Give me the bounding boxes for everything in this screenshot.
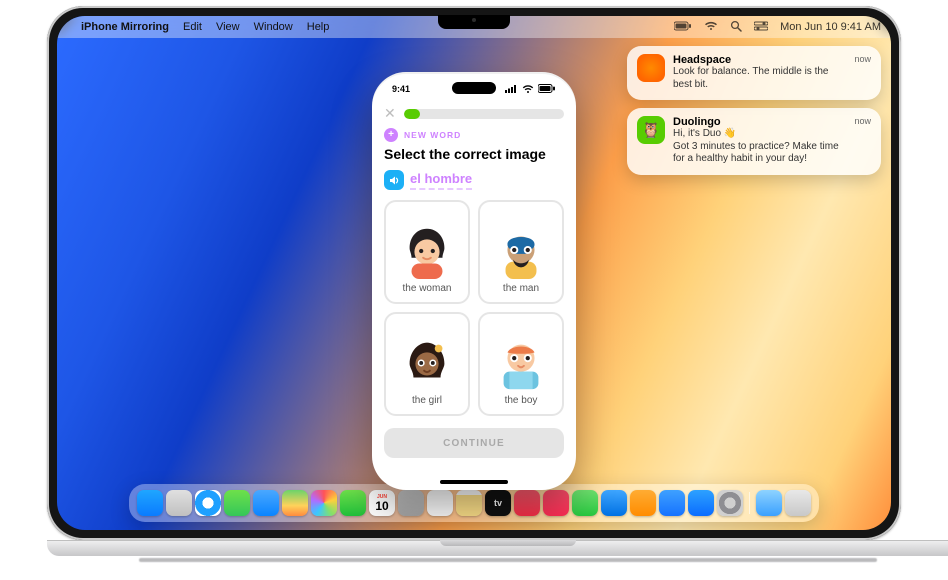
notification-body: Hi, it's Duo 👋 Got 3 minutes to practice… — [673, 128, 846, 166]
desktop-screen: iPhone Mirroring Edit View Window Help — [57, 16, 891, 530]
answer-card-girl[interactable]: the girl — [384, 312, 470, 416]
dock-news[interactable] — [543, 490, 569, 516]
battery-icon[interactable] — [674, 21, 692, 34]
dock-appletv[interactable]: tv — [485, 490, 511, 516]
dock-contacts[interactable] — [398, 490, 424, 516]
dock-separator — [749, 492, 750, 514]
notification-stack: Headspace Look for balance. The middle i… — [627, 46, 881, 175]
close-lesson-icon[interactable]: ✕ — [384, 105, 396, 122]
duolingo-app-icon — [637, 116, 665, 144]
notification-headspace[interactable]: Headspace Look for balance. The middle i… — [627, 46, 881, 100]
laptop-lid: iPhone Mirroring Edit View Window Help — [47, 6, 901, 540]
new-word-badge-icon — [384, 128, 398, 142]
dock-appstore[interactable] — [688, 490, 714, 516]
iphone-mirror-window[interactable]: 9:41 ✕ — [372, 72, 576, 490]
headspace-app-icon — [637, 54, 665, 82]
boy-illustration-icon — [492, 333, 550, 391]
dock-calendar[interactable]: JUN 10 — [369, 490, 395, 516]
new-word-label: NEW WORD — [404, 130, 461, 140]
dock-photos[interactable] — [311, 490, 337, 516]
spotlight-icon[interactable] — [730, 20, 742, 35]
answer-caption: the boy — [505, 395, 538, 406]
girl-illustration-icon — [398, 333, 456, 391]
answer-caption: the girl — [412, 395, 442, 406]
target-word[interactable]: el hombre — [410, 171, 472, 190]
menubar-item-edit[interactable]: Edit — [183, 21, 202, 33]
dock-settings[interactable] — [717, 490, 743, 516]
appletv-label: tv — [494, 498, 502, 508]
wifi-icon[interactable] — [704, 21, 718, 34]
answer-card-boy[interactable]: the boy — [478, 312, 564, 416]
menubar-item-window[interactable]: Window — [254, 21, 293, 33]
dock-safari[interactable] — [195, 490, 221, 516]
answer-card-man[interactable]: the man — [478, 200, 564, 304]
notification-time: now — [854, 116, 871, 166]
wifi-icon — [522, 85, 534, 95]
dock-numbers[interactable] — [572, 490, 598, 516]
dock-maps[interactable] — [282, 490, 308, 516]
answer-caption: the woman — [403, 283, 452, 294]
dock-music[interactable] — [514, 490, 540, 516]
menubar-item-help[interactable]: Help — [307, 21, 330, 33]
laptop-base — [47, 540, 948, 562]
dock-launchpad[interactable] — [166, 490, 192, 516]
question-prompt: Select the correct image — [384, 146, 564, 162]
home-indicator[interactable] — [440, 480, 508, 484]
dock-mail[interactable] — [253, 490, 279, 516]
notification-duolingo[interactable]: Duolingo Hi, it's Duo 👋 Got 3 minutes to… — [627, 108, 881, 175]
dock-finder[interactable] — [137, 490, 163, 516]
laptop-camera-dot — [472, 18, 476, 22]
dock-keynote[interactable] — [601, 490, 627, 516]
dock-facetime[interactable] — [340, 490, 366, 516]
control-center-icon[interactable] — [754, 21, 768, 34]
iphone-clock: 9:41 — [392, 84, 410, 95]
dock-trash[interactable] — [785, 490, 811, 516]
dock-iphone-mirroring[interactable] — [659, 490, 685, 516]
lesson-progress-bar — [404, 109, 564, 119]
dock-notes[interactable] — [456, 490, 482, 516]
menubar-item-view[interactable]: View — [216, 21, 240, 33]
notification-title: Headspace — [673, 54, 846, 66]
dock-messages[interactable] — [224, 490, 250, 516]
answer-caption: the man — [503, 283, 539, 294]
play-audio-button[interactable] — [384, 170, 404, 190]
macbook-frame: iPhone Mirroring Edit View Window Help — [47, 6, 901, 562]
dynamic-island — [452, 82, 496, 94]
woman-illustration-icon — [398, 221, 456, 279]
notification-body: Look for balance. The middle is the best… — [673, 66, 846, 91]
answer-card-woman[interactable]: the woman — [384, 200, 470, 304]
cellular-icon — [505, 85, 518, 95]
continue-button[interactable]: CONTINUE — [384, 428, 564, 458]
menubar-clock[interactable]: Mon Jun 10 9:41 AM — [780, 21, 881, 33]
notification-title: Duolingo — [673, 116, 846, 128]
dock-pages[interactable] — [630, 490, 656, 516]
dock-reminders[interactable] — [427, 490, 453, 516]
man-illustration-icon — [492, 221, 550, 279]
dock-downloads[interactable] — [756, 490, 782, 516]
menubar-app-name[interactable]: iPhone Mirroring — [81, 21, 169, 33]
notification-time: now — [854, 54, 871, 91]
battery-icon — [538, 84, 556, 95]
calendar-day: 10 — [375, 500, 388, 512]
